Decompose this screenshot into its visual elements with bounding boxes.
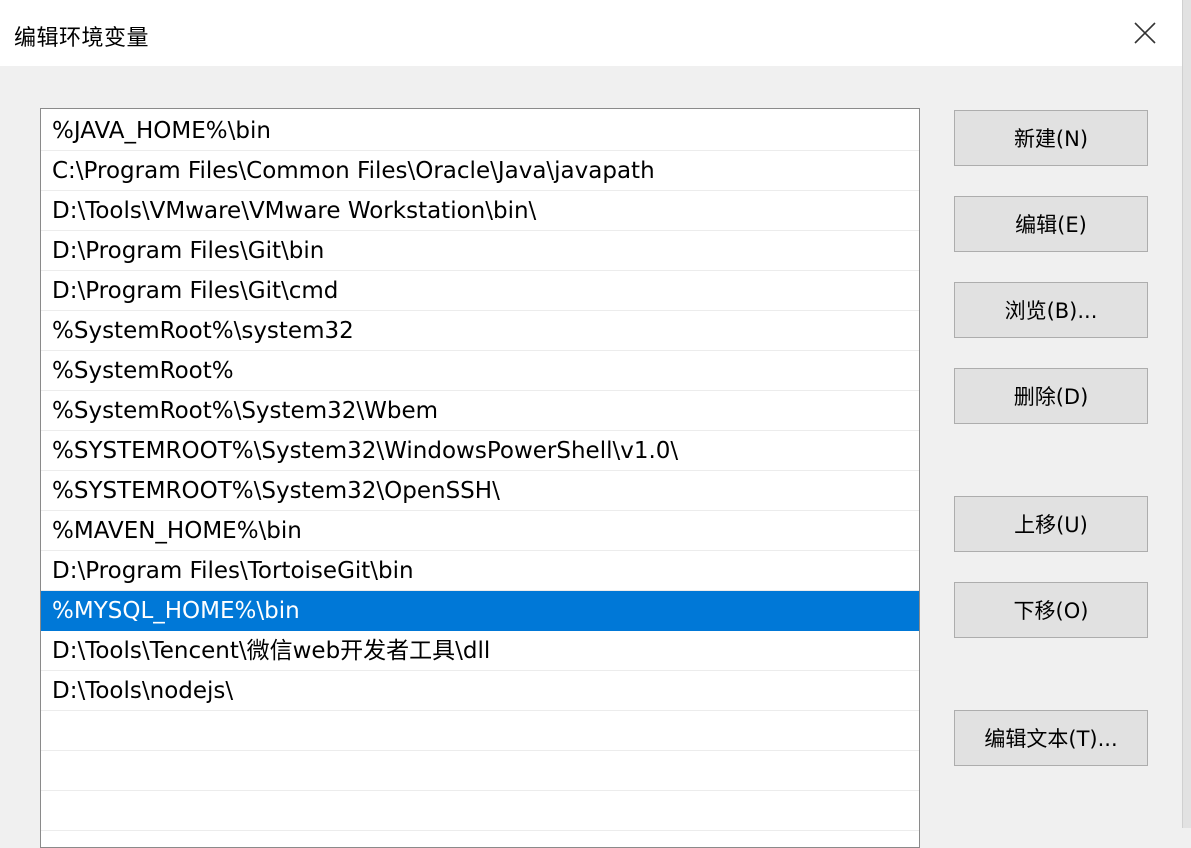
list-item[interactable]: %SystemRoot%\system32 [41,311,919,351]
edit-environment-variable-dialog: 编辑环境变量 %JAVA_HOME%\bin C:\Program Files\C… [0,0,1182,848]
list-item[interactable]: %SystemRoot%\System32\Wbem [41,391,919,431]
list-item-text: D:\Program Files\Git\bin [52,238,325,264]
list-item-text: %SYSTEMROOT%\System32\WindowsPowerShell\… [52,438,679,464]
list-item[interactable]: D:\Program Files\Git\bin [41,231,919,271]
list-item[interactable] [41,791,919,831]
list-item[interactable]: D:\Program Files\Git\cmd [41,271,919,311]
list-item[interactable]: %SystemRoot% [41,351,919,391]
list-item[interactable]: %SYSTEMROOT%\System32\WindowsPowerShell\… [41,431,919,471]
list-item-text: %JAVA_HOME%\bin [52,118,271,144]
dialog-title: 编辑环境变量 [14,26,150,51]
move-up-button[interactable]: 上移(U) [954,496,1148,552]
close-icon [1134,22,1156,44]
edit-text-button[interactable]: 编辑文本(T)... [954,710,1148,766]
list-item-text: D:\Tools\Tencent\微信web开发者工具\dll [52,638,491,664]
list-item-text: D:\Program Files\TortoiseGit\bin [52,558,414,584]
list-item-text: D:\Tools\nodejs\ [52,678,234,704]
list-item[interactable]: %SYSTEMROOT%\System32\OpenSSH\ [41,471,919,511]
list-item-text: %SystemRoot% [52,358,234,384]
list-item-text: %MAVEN_HOME%\bin [52,518,302,544]
list-item-text: D:\Tools\VMware\VMware Workstation\bin\ [52,198,537,224]
window-edge [1182,0,1191,828]
list-item[interactable]: D:\Program Files\TortoiseGit\bin [41,551,919,591]
browse-button[interactable]: 浏览(B)... [954,282,1148,338]
list-item[interactable]: %MAVEN_HOME%\bin [41,511,919,551]
edit-button[interactable]: 编辑(E) [954,196,1148,252]
move-down-button[interactable]: 下移(O) [954,582,1148,638]
list-item-text: %SystemRoot%\system32 [52,318,354,344]
list-item-text: C:\Program Files\Common Files\Oracle\Jav… [52,158,655,184]
list-item-text: %MYSQL_HOME%\bin [52,598,300,624]
list-item[interactable] [41,751,919,791]
delete-button[interactable]: 删除(D) [954,368,1148,424]
title-bar: 编辑环境变量 [0,0,1182,66]
list-item-text: D:\Program Files\Git\cmd [52,278,339,304]
list-item-text: %SystemRoot%\System32\Wbem [52,398,439,424]
path-list[interactable]: %JAVA_HOME%\bin C:\Program Files\Common F… [40,108,920,848]
new-button[interactable]: 新建(N) [954,110,1148,166]
list-item-text: %SYSTEMROOT%\System32\OpenSSH\ [52,478,500,504]
close-button[interactable] [1122,12,1168,54]
list-item[interactable]: C:\Program Files\Common Files\Oracle\Jav… [41,151,919,191]
list-item[interactable]: %JAVA_HOME%\bin [41,111,919,151]
list-item[interactable]: D:\Tools\Tencent\微信web开发者工具\dll [41,631,919,671]
list-item-selected[interactable]: %MYSQL_HOME%\bin [41,591,919,631]
list-item[interactable]: D:\Tools\nodejs\ [41,671,919,711]
list-item[interactable]: D:\Tools\VMware\VMware Workstation\bin\ [41,191,919,231]
list-item[interactable] [41,711,919,751]
